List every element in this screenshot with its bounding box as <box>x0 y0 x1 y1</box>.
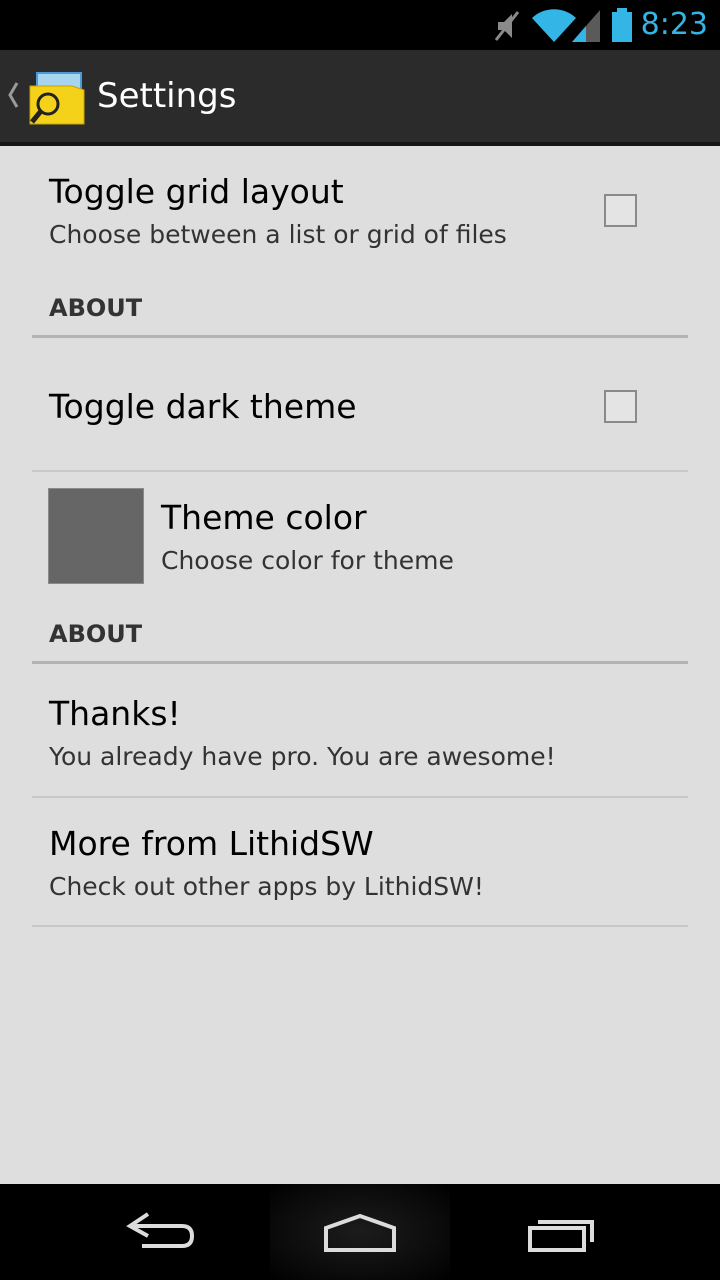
home-icon[interactable] <box>322 1210 398 1254</box>
list-divider <box>32 925 688 927</box>
dark-theme-checkbox[interactable] <box>604 390 637 423</box>
cell-signal-icon <box>572 10 600 42</box>
muted-icon <box>494 11 520 41</box>
status-bar: 8:23 <box>0 0 720 50</box>
pref-theme-color-title: Theme color <box>161 498 367 537</box>
list-divider <box>32 470 688 472</box>
pref-thanks-summary: You already have pro. You are awesome! <box>49 742 556 771</box>
theme-color-swatch[interactable] <box>48 488 144 584</box>
pref-more-apps-summary: Check out other apps by LithidSW! <box>49 872 484 901</box>
app-folder-search-icon[interactable] <box>28 70 86 128</box>
status-clock: 8:23 <box>640 7 708 42</box>
preferences-list: Toggle grid layout Choose between a list… <box>0 146 720 1184</box>
pref-dark-theme-title: Toggle dark theme <box>49 387 357 426</box>
action-bar-title: Settings <box>97 76 237 116</box>
pref-more-apps-title: More from LithidSW <box>49 824 374 863</box>
grid-layout-checkbox[interactable] <box>604 194 637 227</box>
category-divider <box>32 335 688 338</box>
category-title: ABOUT <box>49 620 143 648</box>
category-divider <box>32 661 688 664</box>
list-divider <box>32 796 688 798</box>
back-icon[interactable] <box>124 1210 196 1254</box>
pref-theme-color-summary: Choose color for theme <box>161 546 454 575</box>
pref-grid-layout-summary: Choose between a list or grid of files <box>49 220 507 249</box>
pref-grid-layout-title: Toggle grid layout <box>49 172 344 211</box>
action-bar: Settings <box>0 50 720 146</box>
category-title: ABOUT <box>49 294 143 322</box>
pref-thanks-title: Thanks! <box>49 694 181 733</box>
battery-icon <box>612 8 632 42</box>
settings-screen: 8:23 Settings Toggle grid layout Choose … <box>0 0 720 1280</box>
wifi-icon <box>532 9 576 42</box>
navigation-bar <box>0 1184 720 1280</box>
up-caret-icon[interactable] <box>6 80 20 110</box>
recents-icon[interactable] <box>526 1210 600 1254</box>
